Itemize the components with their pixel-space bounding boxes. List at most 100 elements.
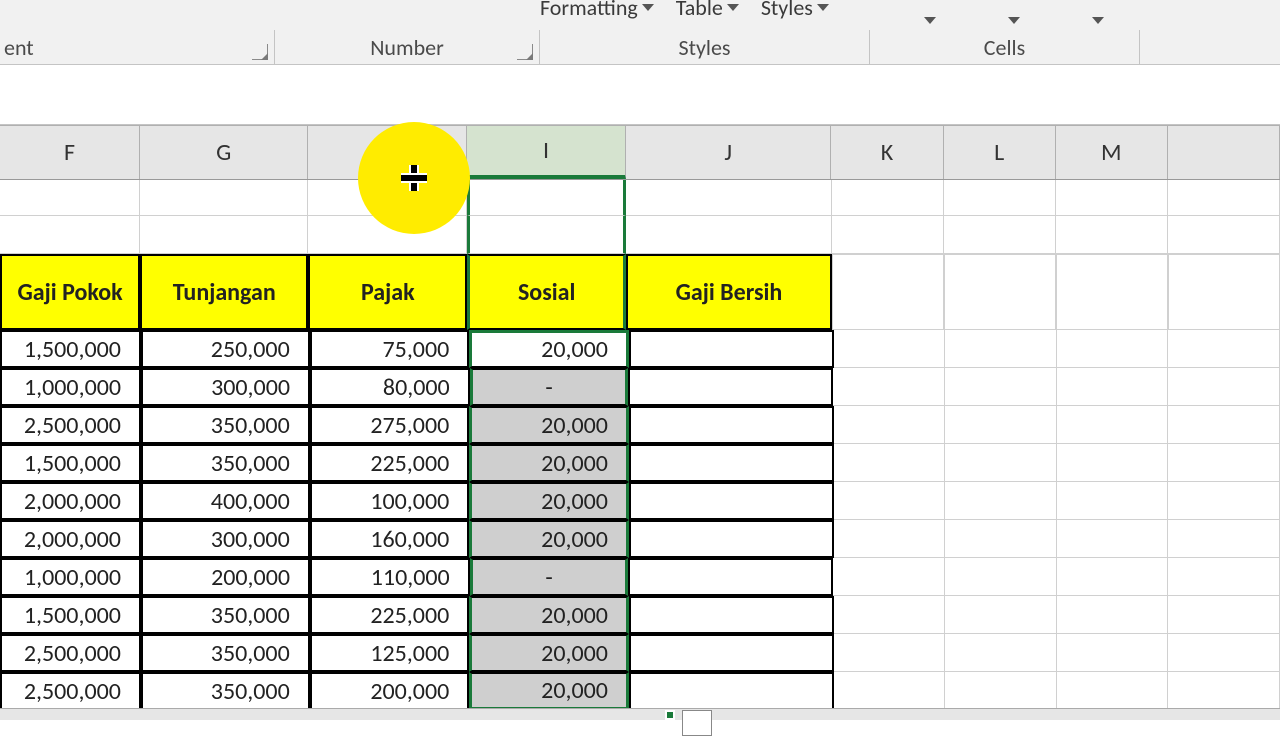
cell[interactable] [1168, 444, 1280, 482]
cell[interactable] [1057, 406, 1169, 444]
cell[interactable]: 20,000 [469, 634, 629, 672]
cell[interactable]: 75,000 [310, 330, 470, 368]
cell[interactable] [945, 444, 1057, 482]
cell[interactable]: 1,000,000 [0, 558, 141, 596]
cell[interactable]: 350,000 [141, 406, 310, 444]
cell[interactable] [945, 634, 1057, 672]
bottom-scrollbar-edge[interactable] [0, 708, 1280, 720]
cell[interactable] [0, 216, 140, 254]
cell[interactable] [944, 216, 1056, 254]
cell[interactable]: 225,000 [310, 596, 470, 634]
cell[interactable] [834, 406, 946, 444]
cell[interactable] [467, 216, 626, 254]
cell[interactable] [1056, 180, 1168, 216]
cell[interactable] [1057, 368, 1169, 406]
cell[interactable] [1168, 216, 1280, 254]
cell[interactable]: 1,500,000 [0, 444, 141, 482]
column-header-J[interactable]: J [626, 126, 832, 179]
format-as-table-button[interactable]: Table [676, 0, 739, 21]
cell[interactable] [945, 596, 1057, 634]
cell[interactable]: 1,000,000 [0, 368, 141, 406]
cell[interactable]: 20,000 [469, 596, 629, 634]
cell[interactable]: 2,500,000 [0, 634, 141, 672]
cell[interactable] [629, 406, 834, 444]
cell[interactable] [945, 520, 1057, 558]
cell[interactable] [626, 180, 831, 216]
cell[interactable] [945, 672, 1057, 710]
cell[interactable]: 1,500,000 [0, 330, 141, 368]
cell[interactable] [834, 482, 946, 520]
cell[interactable] [834, 520, 946, 558]
dialog-launcher-icon[interactable] [252, 44, 268, 60]
cell[interactable]: 225,000 [310, 444, 470, 482]
cell[interactable] [628, 558, 833, 596]
cell-styles-button[interactable]: Styles [761, 0, 829, 21]
header-sosial[interactable]: Sosial [467, 254, 626, 330]
cell[interactable] [140, 216, 308, 254]
insert-cells-button[interactable] [900, 0, 960, 22]
cell[interactable] [834, 330, 946, 368]
cell[interactable]: 350,000 [141, 444, 310, 482]
cell[interactable] [1168, 520, 1280, 558]
dialog-launcher-icon[interactable] [517, 44, 533, 60]
cell[interactable] [1057, 520, 1169, 558]
cell[interactable]: 275,000 [310, 406, 470, 444]
cell[interactable] [945, 482, 1057, 520]
cell[interactable] [1168, 482, 1280, 520]
cell[interactable] [1057, 482, 1169, 520]
cell[interactable] [944, 180, 1056, 216]
cell[interactable]: 110,000 [310, 558, 470, 596]
column-header-extra[interactable] [1168, 126, 1280, 179]
cell[interactable] [1168, 330, 1280, 368]
cell[interactable]: - [470, 368, 629, 406]
cell[interactable] [140, 180, 308, 216]
cell[interactable] [467, 180, 626, 216]
cell[interactable] [832, 216, 944, 254]
header-tunjangan[interactable]: Tunjangan [140, 254, 308, 330]
spreadsheet-grid[interactable]: Gaji Pokok Tunjangan Pajak Sosial Gaji B… [0, 180, 1280, 720]
cell[interactable]: 20,000 [469, 672, 629, 710]
cell[interactable] [629, 596, 834, 634]
cell[interactable]: 2,500,000 [0, 406, 141, 444]
cell[interactable] [832, 254, 944, 330]
column-header-M[interactable]: M [1056, 126, 1168, 179]
cell[interactable]: 80,000 [310, 368, 470, 406]
cell[interactable] [0, 180, 140, 216]
cell[interactable]: 350,000 [141, 596, 310, 634]
cell[interactable] [834, 672, 946, 710]
cell[interactable] [1168, 254, 1280, 330]
cell[interactable] [629, 672, 834, 710]
cell[interactable] [629, 444, 834, 482]
cell[interactable]: 200,000 [310, 672, 470, 710]
cell[interactable] [628, 368, 833, 406]
cell[interactable] [1057, 330, 1169, 368]
cell[interactable]: 20,000 [469, 406, 629, 444]
cell[interactable] [834, 444, 946, 482]
cell[interactable] [833, 558, 945, 596]
cell[interactable] [1057, 672, 1169, 710]
cell[interactable]: 400,000 [141, 482, 310, 520]
formula-bar-area[interactable] [0, 65, 1280, 125]
cell[interactable]: 300,000 [141, 368, 310, 406]
cell[interactable] [629, 330, 834, 368]
header-gaji-pokok[interactable]: Gaji Pokok [0, 254, 140, 330]
cell[interactable] [1168, 672, 1280, 710]
cell[interactable]: 20,000 [469, 482, 629, 520]
cell[interactable]: 200,000 [141, 558, 310, 596]
autofill-options-button[interactable] [682, 710, 712, 736]
cell[interactable]: 350,000 [141, 672, 310, 710]
cell[interactable] [1056, 254, 1168, 330]
cell[interactable]: 20,000 [469, 444, 629, 482]
format-cells-button[interactable] [1068, 0, 1128, 22]
cell[interactable] [832, 180, 944, 216]
cell[interactable] [629, 482, 834, 520]
cell[interactable] [1057, 634, 1169, 672]
cell[interactable] [629, 520, 834, 558]
cell[interactable] [944, 254, 1056, 330]
cell[interactable] [1168, 368, 1280, 406]
cell[interactable] [1168, 180, 1280, 216]
cell[interactable] [945, 330, 1057, 368]
cell[interactable] [629, 634, 834, 672]
fill-handle[interactable] [665, 710, 675, 720]
cell[interactable] [945, 368, 1057, 406]
